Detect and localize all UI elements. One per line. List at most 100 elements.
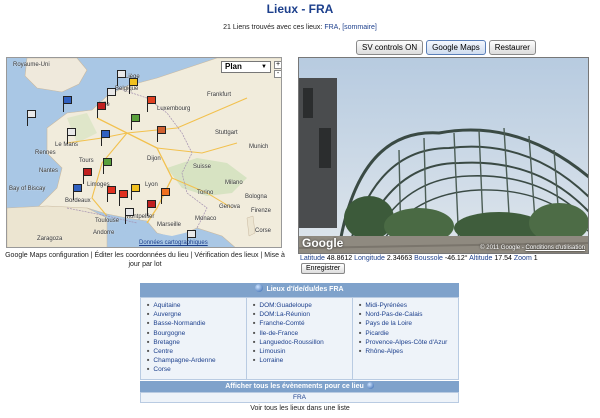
map-marker[interactable] xyxy=(107,186,116,202)
zoom-in-button[interactable]: + xyxy=(274,61,281,69)
map-marker[interactable] xyxy=(129,78,138,94)
count-text: 21 Liens trouvés avec ces lieux: xyxy=(223,24,323,31)
map-marker[interactable] xyxy=(147,200,156,216)
terms-link[interactable]: Conditions d'utilisation xyxy=(525,245,585,251)
save-button[interactable]: Enregistrer xyxy=(301,263,346,274)
region-link[interactable]: Languedoc-Roussillon xyxy=(253,338,350,347)
map-attribution: Données cartographiques xyxy=(139,240,208,246)
region-link[interactable]: Champagne-Ardenne xyxy=(147,356,244,365)
zoom-value: 1 xyxy=(533,255,538,262)
zoom-label: Zoom xyxy=(513,255,532,262)
globe-icon xyxy=(255,284,264,292)
map-label-munich: Munich xyxy=(249,144,269,150)
zoom-out-button[interactable]: - xyxy=(274,70,281,78)
map-label-toulouse: Toulouse xyxy=(95,218,120,224)
map-marker[interactable] xyxy=(119,190,128,206)
places-table: Lieux d'/de/du/des FRA AquitaineAuvergne… xyxy=(140,283,459,403)
region-link[interactable]: Basse-Normandie xyxy=(147,319,244,328)
map-label-milano: Milano xyxy=(225,180,243,186)
places-header-text: Lieux d'/de/du/des FRA xyxy=(266,286,344,293)
region-link[interactable]: Picardie xyxy=(359,329,456,338)
map-marker[interactable] xyxy=(73,184,82,200)
streetview-copyright: © 2011 Google - Conditions d'utilisation xyxy=(480,245,585,251)
map-marker[interactable] xyxy=(187,230,196,246)
region-link[interactable]: DOM:La-Réunion xyxy=(253,310,350,319)
region-link[interactable]: Corse xyxy=(147,365,244,374)
globe-icon xyxy=(366,381,374,389)
compass-label: Boussole xyxy=(414,255,443,262)
list-all-places-link[interactable]: Voir tous les lieux dans une liste xyxy=(0,405,600,412)
map-label-uk: Royaume-Uni xyxy=(13,62,50,68)
map-marker[interactable] xyxy=(103,158,112,174)
places-column-3: Midi-PyrénéesNord-Pas-de-CalaisPays de l… xyxy=(352,298,458,379)
map-label-frankfurt: Frankfurt xyxy=(207,92,232,98)
map-data-link[interactable]: Données cartographiques xyxy=(139,240,208,246)
region-link[interactable]: Lorraine xyxy=(253,356,350,365)
events-place-link[interactable]: FRA xyxy=(140,391,459,403)
region-link[interactable]: Nord-Pas-de-Calais xyxy=(359,310,456,319)
restore-button[interactable]: Restaurer xyxy=(488,40,536,55)
altitude-label: Altitude xyxy=(469,255,493,262)
results-count: 21 Liens trouvés avec ces lieux: FRA, [s… xyxy=(223,24,377,31)
map-marker[interactable] xyxy=(67,128,76,144)
events-header[interactable]: Afficher tous les évènements pour ce lie… xyxy=(140,380,459,392)
region-link[interactable]: Pays de la Loire xyxy=(359,319,456,328)
region-link[interactable]: Ile-de-France xyxy=(253,329,350,338)
latitude-value: 48.8612 xyxy=(326,255,353,262)
events-header-text: Afficher tous les évènements pour ce lie… xyxy=(225,382,364,390)
places-column-2: DOM:GuadeloupeDOM:La-RéunionFranche-Comt… xyxy=(246,298,352,379)
map-marker[interactable] xyxy=(161,188,170,204)
region-link[interactable]: Rhône-Alpes xyxy=(359,347,456,356)
map-marker[interactable] xyxy=(125,208,134,224)
map-label-luxembourg: Luxembourg xyxy=(157,106,191,112)
map-label-bay: Bay of Biscay xyxy=(9,186,46,192)
map-marker[interactable] xyxy=(147,96,156,112)
zoom-control: + - xyxy=(274,61,281,79)
region-link[interactable]: Bretagne xyxy=(147,338,244,347)
region-link[interactable]: Limousin xyxy=(253,347,350,356)
map-marker[interactable] xyxy=(131,114,140,130)
map-label-zaragoza: Zaragoza xyxy=(37,236,63,242)
map-label-stuttgart: Stuttgart xyxy=(215,130,238,136)
google-maps-button[interactable]: Google Maps xyxy=(426,40,486,55)
map-label-genova: Genova xyxy=(219,204,241,210)
map-admin-links[interactable]: Google Maps configuration | Éditer les c… xyxy=(4,251,286,269)
map-marker[interactable] xyxy=(157,126,166,142)
region-link[interactable]: Centre xyxy=(147,347,244,356)
map-label-monaco: Monaco xyxy=(195,216,217,222)
count-place: FRA xyxy=(324,24,339,31)
map-marker[interactable] xyxy=(107,88,116,104)
google-map[interactable]: Royaume-Uni Belgique Liège Lille Luxembo… xyxy=(6,57,282,248)
region-link[interactable]: Auvergne xyxy=(147,310,244,319)
longitude-value: 2.34663 xyxy=(386,255,413,262)
page-title: Lieux - FRA xyxy=(266,2,334,16)
region-link[interactable]: DOM:Guadeloupe xyxy=(253,301,350,310)
map-marker[interactable] xyxy=(131,184,140,200)
map-marker[interactable] xyxy=(117,70,126,86)
region-link[interactable]: Aquitaine xyxy=(147,301,244,310)
map-label-belgique: Belgique xyxy=(115,86,139,92)
map-label-rennes: Rennes xyxy=(35,150,56,156)
map-label-nantes: Nantes xyxy=(39,168,59,174)
latitude-label: Latitude xyxy=(300,255,325,262)
places-column-1: AquitaineAuvergneBasse-NormandieBourgogn… xyxy=(141,298,246,379)
region-link[interactable]: Midi-Pyrénées xyxy=(359,301,456,310)
map-label-dijon: Dijon xyxy=(147,156,161,162)
sv-controls-button[interactable]: SV controls ON xyxy=(356,40,424,55)
map-marker[interactable] xyxy=(97,102,106,118)
longitude-label: Longitude xyxy=(354,255,385,262)
summary-link[interactable]: [sommaire] xyxy=(342,24,377,31)
compass-value: -46.12° xyxy=(444,255,468,262)
map-marker[interactable] xyxy=(27,110,36,126)
map-label-torino: Torino xyxy=(197,190,214,196)
view-toolbar: SV controls ON Google Maps Restaurer xyxy=(356,40,536,55)
map-marker[interactable] xyxy=(63,96,72,112)
map-marker[interactable] xyxy=(83,168,92,184)
map-type-select[interactable]: Plan ▼ xyxy=(221,61,271,73)
region-link[interactable]: Provence-Alpes-Côte d'Azur xyxy=(359,338,456,347)
street-view-panorama[interactable]: Google © 2011 Google - Conditions d'util… xyxy=(298,57,589,254)
region-link[interactable]: Bourgogne xyxy=(147,329,244,338)
map-label-andorre: Andorre xyxy=(93,230,115,236)
map-marker[interactable] xyxy=(101,130,110,146)
region-link[interactable]: Franche-Comté xyxy=(253,319,350,328)
